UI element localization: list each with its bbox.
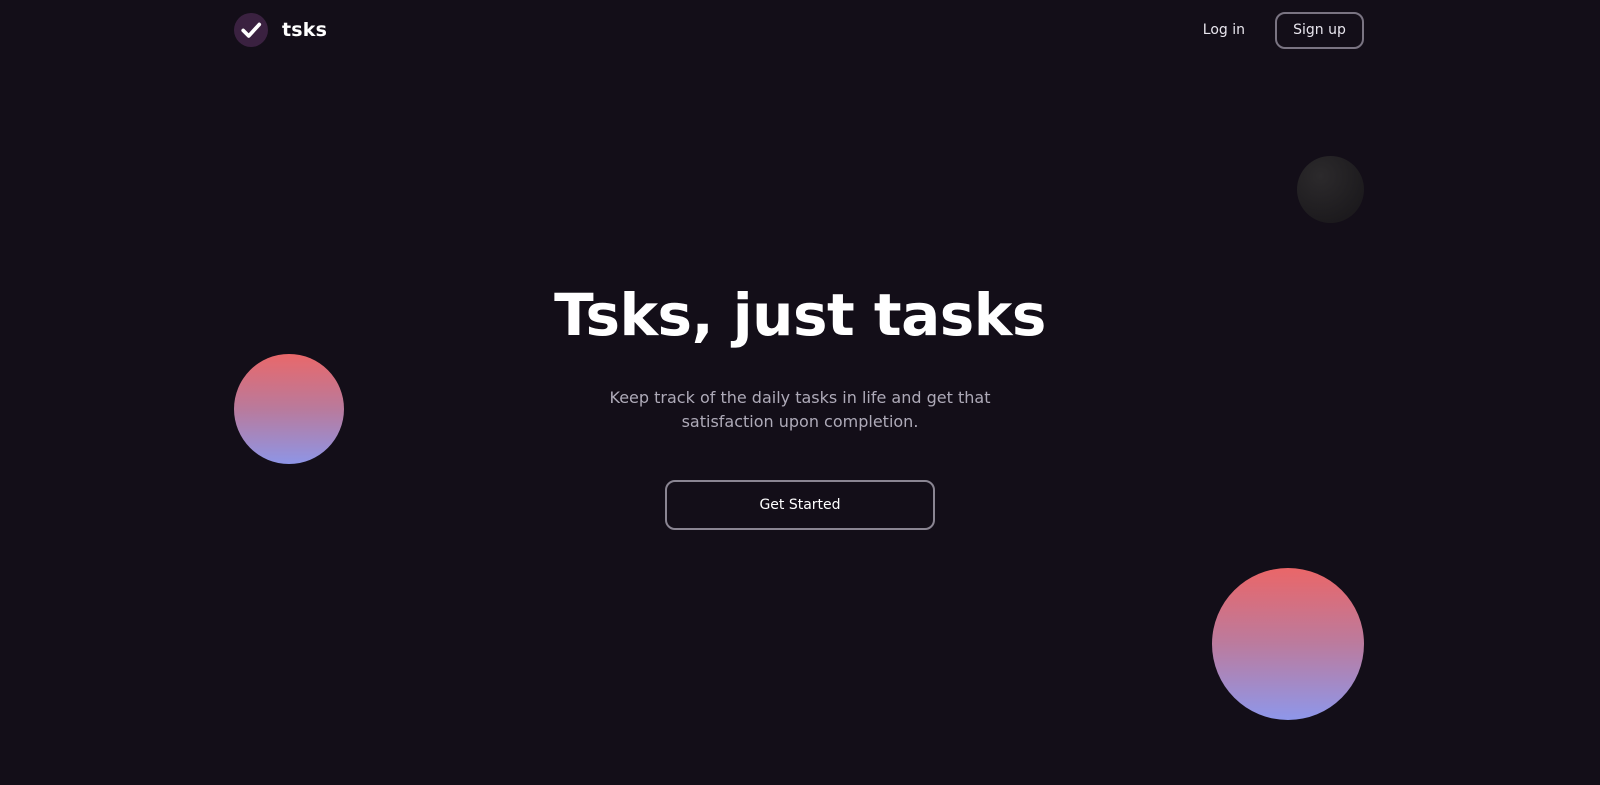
hero-subtitle: Keep track of the daily tasks in life an… — [609, 388, 991, 431]
check-icon — [241, 22, 262, 38]
gradient-orb-right-decoration — [1212, 568, 1364, 720]
hero-title: Tsks, just tasks — [554, 281, 1046, 349]
get-started-button[interactable]: Get Started — [665, 480, 935, 530]
site-header: tsks Log in Sign up — [234, 0, 1364, 60]
signup-button[interactable]: Sign up — [1275, 11, 1364, 49]
logo — [234, 13, 268, 47]
brand-name: tsks — [282, 19, 328, 41]
brand[interactable]: tsks — [234, 13, 327, 47]
hero-section: Tsks, just tasks Keep track of the daily… — [0, 280, 1600, 530]
header-nav: Log in Sign up — [1203, 11, 1364, 49]
login-link[interactable]: Log in — [1203, 22, 1245, 38]
dark-orb-decoration — [1297, 156, 1364, 223]
